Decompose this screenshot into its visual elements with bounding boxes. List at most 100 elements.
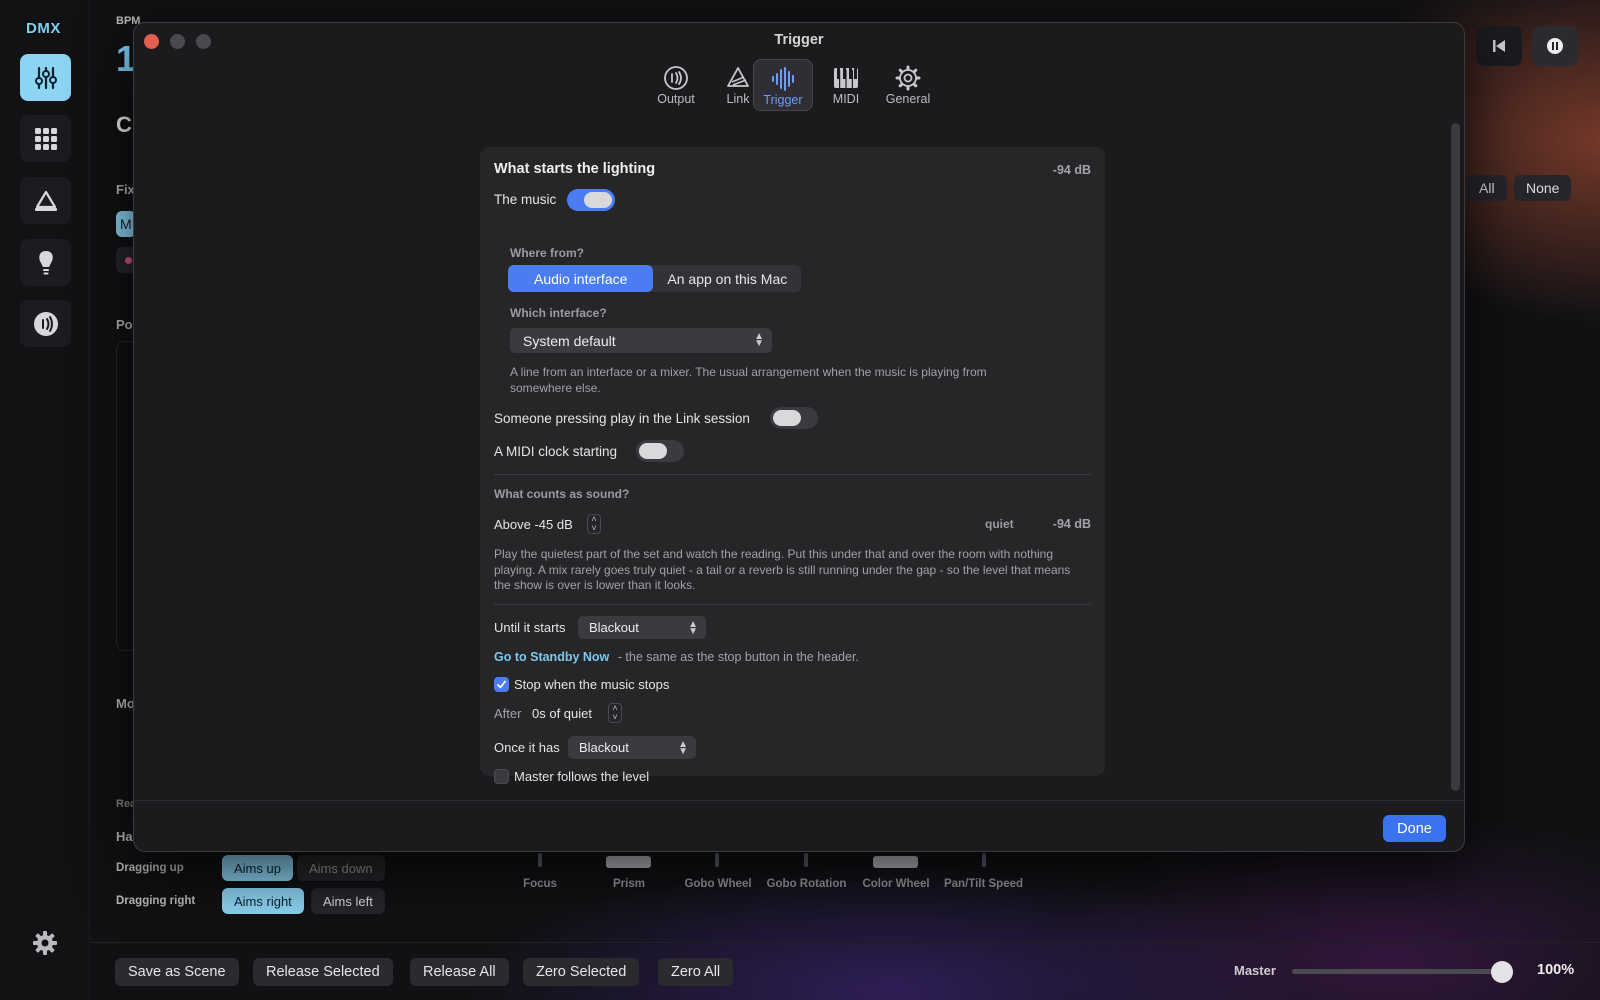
bulb-icon (38, 250, 53, 274)
stop-when-music-stops-label: Stop when the music stops (514, 677, 670, 692)
tab-label: MIDI (832, 92, 860, 106)
trigger-icon (772, 67, 794, 91)
master-slider-knob[interactable] (1491, 961, 1513, 983)
standby-row: Go to Standby Now - the same as the stop… (494, 650, 859, 664)
previous-button[interactable] (1476, 26, 1522, 66)
trigger-settings-panel: What starts the lighting -94 dB The musi… (480, 147, 1105, 784)
master-label: Master (1234, 963, 1276, 978)
sidebar-item-fixtures[interactable] (20, 177, 71, 224)
source-option-app-on-mac[interactable]: An app on this Mac (653, 265, 801, 292)
standby-help-text: - the same as the stop button in the hea… (617, 650, 859, 664)
once-it-has-select[interactable]: Blackout ▲ ▼ (568, 736, 696, 759)
master-value: 100% (1537, 962, 1575, 978)
gobo-rotation-fader[interactable] (804, 853, 808, 867)
gobo-wheel-fader[interactable] (715, 853, 719, 867)
music-toggle[interactable] (567, 189, 615, 211)
fader-label: Gobo Wheel (684, 878, 752, 890)
app-logo: DMX (26, 20, 61, 37)
select-none-button[interactable]: None (1514, 175, 1572, 201)
level-readout: -94 dB (1052, 163, 1091, 177)
midi-clock-toggle[interactable] (636, 440, 684, 462)
select-all-button[interactable]: All (1467, 175, 1507, 201)
tab-label: General (885, 92, 931, 106)
threshold-value: Above -45 dB (494, 517, 573, 532)
checkmark-icon (497, 680, 506, 689)
threshold-help-text: Play the quietest part of the set and wa… (494, 547, 1071, 592)
aims-down-button[interactable]: Aims down (297, 855, 385, 881)
tab-label: Output (657, 92, 695, 106)
settings-dialog: Trigger Output Link Trigger MIDI General… (133, 22, 1465, 852)
sidebar: DMX (0, 0, 90, 1000)
tab-midi[interactable]: MIDI (816, 59, 876, 111)
background-page-title: C (116, 112, 132, 137)
fader-label: Focus (523, 878, 557, 890)
done-button[interactable]: Done (1383, 815, 1446, 842)
sidebar-item-grid[interactable] (20, 115, 71, 162)
stop-when-music-stops-checkbox[interactable] (494, 677, 509, 692)
link-icon (727, 67, 749, 87)
prism-fader[interactable] (606, 856, 651, 868)
link-session-label: Someone pressing play in the Link sessio… (494, 411, 750, 426)
dialog-scrollbar[interactable] (1451, 123, 1460, 791)
background-position-label: Po (116, 317, 133, 332)
source-option-audio-interface[interactable]: Audio interface (508, 265, 654, 292)
master-follows-level-label: Master follows the level (514, 769, 650, 784)
fader-label: Color Wheel (862, 878, 930, 890)
until-select[interactable]: Blackout ▲ ▼ (578, 616, 706, 639)
interface-select-value: System default (523, 332, 616, 349)
pause-button[interactable] (1532, 26, 1578, 66)
save-as-scene-button[interactable]: Save as Scene (115, 958, 239, 986)
zero-all-button[interactable]: Zero All (658, 958, 734, 986)
chevron-updown-icon: ▲ ▼ (754, 331, 764, 349)
master-follows-level-checkbox[interactable] (494, 769, 509, 784)
app-window: DMX BPM 1 C Fix M Po Mo Rea Ha All None … (0, 0, 1600, 1000)
color-wheel-fader[interactable] (873, 856, 918, 868)
tab-general[interactable]: General (878, 59, 938, 111)
stage-light-icon (34, 190, 57, 211)
fader-label: Prism (613, 878, 645, 890)
release-all-button[interactable]: Release All (410, 958, 509, 986)
sidebar-item-lamps[interactable] (20, 239, 71, 286)
dragging-right-label: Dragging right (116, 895, 196, 907)
aims-left-button[interactable]: Aims left (311, 888, 385, 914)
sidebar-item-mixer[interactable] (20, 54, 71, 101)
source-segmented-control: Audio interface An app on this Mac (508, 265, 802, 292)
window-title: Trigger (774, 32, 824, 48)
tab-output[interactable]: Output (646, 59, 706, 111)
music-label: The music (494, 192, 557, 207)
chevron-updown-icon: ▲ ▼ (688, 619, 698, 637)
where-from-label: Where from? (510, 246, 585, 260)
interface-select[interactable]: System default ▲ ▼ (510, 328, 772, 353)
interface-help-text: A line from an interface or a mixer. The… (510, 365, 987, 395)
zero-selected-button[interactable]: Zero Selected (523, 958, 640, 986)
threshold-stepper[interactable]: ˄ ˅ (587, 514, 601, 534)
fader-label: Gobo Rotation (766, 878, 847, 890)
tab-trigger[interactable]: Trigger (753, 59, 813, 111)
midi-clock-label: A MIDI clock starting (494, 444, 618, 459)
skip-back-icon (1493, 40, 1505, 52)
until-select-value: Blackout (589, 620, 639, 635)
focus-fader[interactable] (538, 853, 542, 867)
after-stepper[interactable]: ˄ ˅ (608, 703, 622, 723)
until-label: Until it starts (494, 620, 566, 635)
standby-now-link[interactable]: Go to Standby Now (494, 650, 609, 664)
chevron-updown-icon: ▲ ▼ (678, 739, 688, 757)
quiet-label: quiet (985, 517, 1014, 531)
section-heading: What starts the lighting (494, 161, 656, 177)
sidebar-item-audio[interactable] (20, 300, 71, 347)
pause-icon (1547, 38, 1563, 54)
link-session-toggle[interactable] (770, 407, 818, 429)
aims-right-button[interactable]: Aims right (222, 888, 304, 914)
dragging-up-label: Dragging up (116, 862, 184, 874)
audio-icon (33, 311, 58, 336)
output-icon (664, 66, 688, 90)
settings-gear-icon[interactable] (32, 930, 58, 956)
background-fixtures-label: Fix (116, 182, 135, 197)
grid-icon (34, 127, 57, 150)
pan-tilt-speed-fader[interactable] (982, 853, 986, 867)
master-slider[interactable] (1292, 969, 1504, 974)
sliders-icon (34, 66, 57, 89)
background-mode-label: Mo (116, 696, 135, 711)
release-selected-button[interactable]: Release Selected (253, 958, 393, 986)
aims-up-button[interactable]: Aims up (222, 855, 293, 881)
